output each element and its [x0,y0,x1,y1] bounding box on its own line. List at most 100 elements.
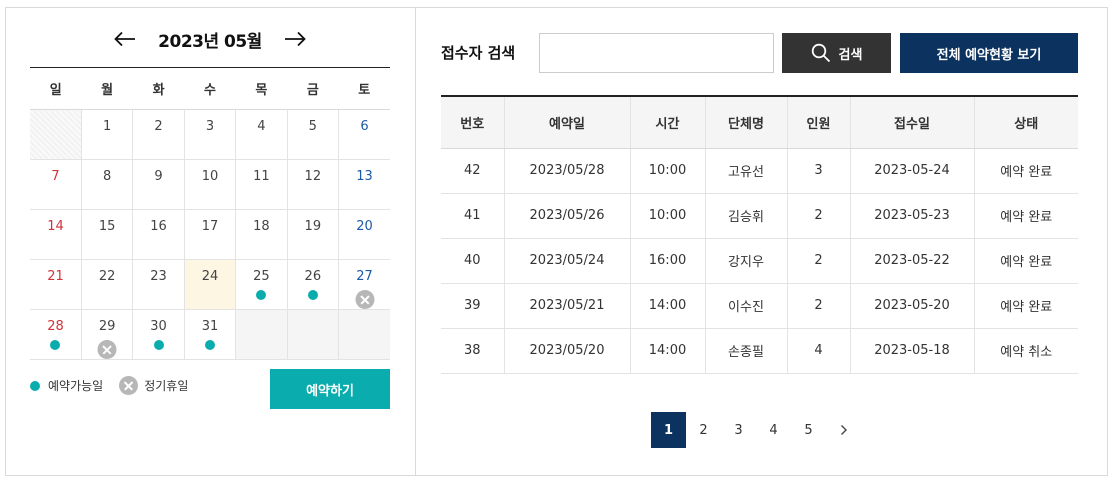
calendar-day-cell[interactable]: 10 [183,159,237,210]
weekday-header: 목 [235,67,288,110]
calendar-day-number: 16 [150,219,167,234]
column-header: 접수일 [850,95,975,149]
available-dot-icon [256,290,267,300]
all-reservations-button[interactable]: 전체 예약현황 보기 [900,33,1078,73]
table-cell: 2 [787,193,851,239]
table-cell: 2023-05-23 [850,193,975,239]
calendar-day-number: 7 [51,169,60,184]
reservation-table: 번호 예약일 시간 단체명 인원 접수일 상태 42 2023/05/28 10:00 고유선 3 2… [441,95,1078,374]
table-row[interactable]: 42 2023/05/28 10:00 고유선 3 2023-05-24 예약 완료 [441,148,1078,194]
calendar-week-row: 1 2 3 4 5 6 [30,109,390,160]
search-button[interactable]: 검색 [782,33,891,73]
calendar-day-cell[interactable]: 18 [235,209,288,260]
table-row[interactable]: 39 2023/05/21 14:00 이수진 2 2023-05-20 예약 완료 [441,283,1078,329]
closed-x-icon [97,340,117,359]
calendar-week-row: 21 22 23 24 25 26 27 [30,259,390,310]
page-button[interactable]: 5 [791,412,826,448]
calendar-day-number: 3 [205,119,215,134]
calendar-day-number: 13 [356,169,373,184]
table-cell: 2 [787,283,851,329]
calendar-day-number: 20 [356,219,373,234]
pagination: 12345 [651,412,861,448]
weekday-row: 일월화수목금토 [30,67,390,110]
table-cell: 2023/05/20 [504,328,631,374]
table-cell: 예약 완료 [974,193,1078,239]
table-cell: 손종필 [705,328,788,374]
calendar-day-cell[interactable]: 13 [338,159,390,210]
table-cell: 14:00 [630,283,706,329]
calendar-day-cell[interactable]: 9 [132,159,185,210]
calendar-week-row: 7 8 9 10 11 12 13 [30,159,390,210]
calendar-day-number: 9 [154,169,163,184]
calendar-day-cell[interactable]: 4 [235,109,288,160]
calendar-day-cell[interactable]: 28 [30,309,82,360]
calendar-day-cell[interactable]: 15 [80,209,134,260]
calendar-day-cell[interactable]: 20 [338,209,390,260]
table-cell: 2023-05-22 [850,238,975,284]
table-cell: 2023-05-20 [850,283,975,329]
table-cell: 3 [787,148,851,194]
table-row[interactable]: 40 2023/05/24 16:00 강지우 2 2023-05-22 예약 완료 [441,238,1078,284]
weekday-header: 일 [30,67,82,110]
calendar-day-cell[interactable]: 23 [132,259,185,310]
calendar-grid: 일월화수목금토 1 2 3 4 5 6 7 8 9 10 11 12 13 14 15 16 17 18 19 20 2… [30,67,390,360]
page-button[interactable]: 2 [686,412,721,448]
table-header-row: 번호 예약일 시간 단체명 인원 접수일 상태 [441,95,1078,149]
calendar-day-cell[interactable]: 19 [286,209,340,260]
arrow-left-icon [114,31,136,47]
calendar-day-cell[interactable]: 17 [183,209,237,260]
calendar-day-cell[interactable]: 22 [80,259,134,310]
available-dot-icon [204,340,215,350]
calendar-day-cell[interactable]: 29 [80,309,134,360]
table-cell: 41 [441,193,505,239]
calendar-day-cell[interactable]: 16 [132,209,185,260]
table-cell: 38 [441,328,505,374]
calendar-day-cell[interactable]: 25 [235,259,288,310]
calendar-day-cell[interactable]: 11 [235,159,288,210]
calendar-day-cell[interactable]: 21 [30,259,82,310]
calendar-day-cell[interactable]: 8 [80,159,134,210]
calendar-header: 2023년 05월 [30,22,390,56]
next-page-button[interactable] [826,412,861,448]
column-header: 인원 [787,95,851,149]
table-cell: 2 [787,238,851,284]
prev-month-button[interactable] [112,26,138,52]
calendar-day-number: 17 [201,219,219,234]
calendar-day-cell[interactable]: 27 [338,259,390,310]
calendar-empty-cell [286,309,340,360]
chevron-right-icon [840,425,847,435]
reserve-button[interactable]: 예약하기 [270,369,390,409]
page-button[interactable]: 3 [721,412,756,448]
search-input[interactable] [539,33,774,73]
calendar-day-cell[interactable]: 5 [286,109,340,160]
calendar-day-cell[interactable]: 14 [30,209,82,260]
calendar-day-cell[interactable]: 3 [183,109,237,160]
calendar-day-cell[interactable]: 31 [183,309,237,360]
table-cell: 이수진 [705,283,788,329]
next-month-button[interactable] [282,26,308,52]
calendar-body: 1 2 3 4 5 6 7 8 9 10 11 12 13 14 15 16 17 18 19 20 21 22 23 24 2… [30,109,390,360]
calendar-day-cell[interactable]: 30 [132,309,185,360]
calendar-day-cell[interactable]: 1 [80,109,134,160]
table-cell: 42 [441,148,505,194]
calendar-day-cell[interactable]: 24 [183,259,237,310]
page-button[interactable]: 1 [651,412,686,448]
calendar-day-cell[interactable]: 6 [338,109,390,160]
calendar-day-cell[interactable]: 12 [286,159,340,210]
panel-divider [415,7,416,476]
calendar-day-number: 29 [98,319,116,334]
table-cell: 2023/05/28 [504,148,631,194]
column-header: 번호 [441,95,505,149]
table-cell: 예약 완료 [974,283,1078,329]
table-row[interactable]: 41 2023/05/26 10:00 김승휘 2 2023-05-23 예약 완료 [441,193,1078,239]
table-cell: 2023/05/21 [504,283,631,329]
weekday-header: 금 [287,67,339,110]
table-cell: 고유선 [705,148,788,194]
calendar-day-number: 18 [253,219,270,234]
calendar-day-cell[interactable]: 26 [286,259,340,310]
calendar-day-cell[interactable]: 7 [30,159,82,210]
table-row[interactable]: 38 2023/05/20 14:00 손종필 4 2023-05-18 예약 취소 [441,328,1078,374]
calendar-day-number: 30 [150,319,167,334]
page-button[interactable]: 4 [756,412,791,448]
calendar-day-cell[interactable]: 2 [132,109,185,160]
